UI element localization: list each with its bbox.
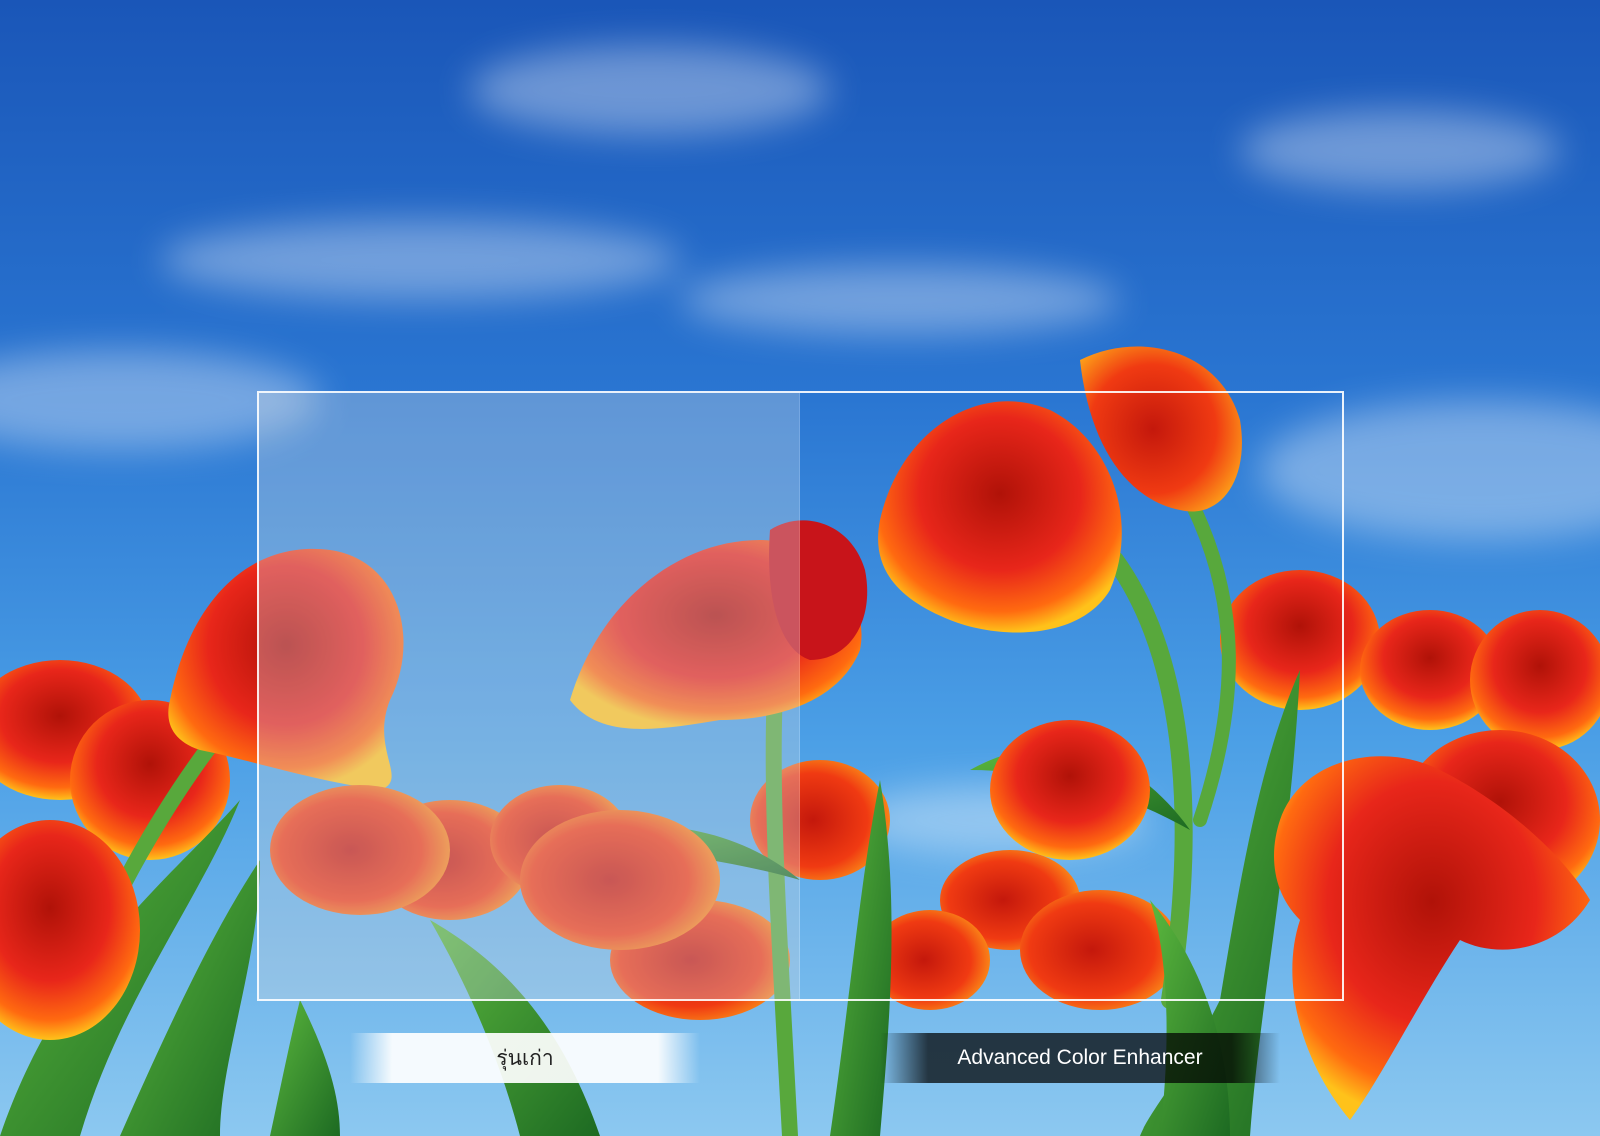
label-legacy: รุ่นเก่า — [350, 1033, 700, 1083]
legacy-dim-overlay — [259, 393, 799, 999]
label-advanced-color-enhancer: Advanced Color Enhancer — [880, 1033, 1280, 1083]
comparison-divider — [799, 393, 800, 999]
